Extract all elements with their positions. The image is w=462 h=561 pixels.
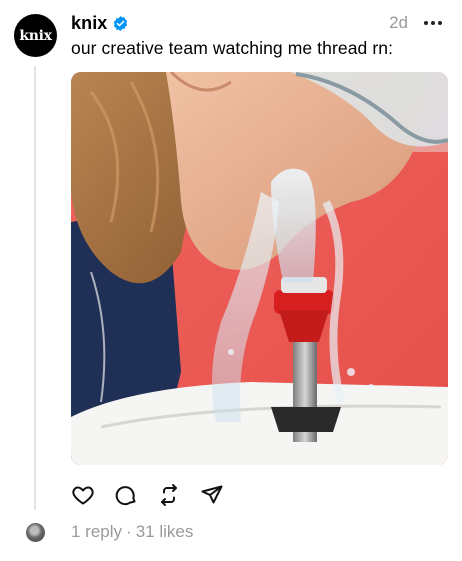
reply-count[interactable]: 1 reply — [71, 522, 122, 541]
post-image[interactable] — [71, 72, 448, 465]
comment-icon — [115, 486, 136, 506]
author-avatar[interactable]: knix — [14, 14, 57, 57]
stats-separator: · — [126, 522, 132, 541]
thread-line — [34, 66, 36, 510]
post-text: our creative team watching me thread rn: — [71, 38, 394, 58]
post-time: 2d — [389, 13, 408, 32]
heart-icon — [72, 486, 94, 505]
like-button[interactable] — [71, 483, 95, 507]
username[interactable]: knix — [71, 13, 107, 34]
more-options-icon[interactable] — [424, 21, 442, 25]
post-footer: 1 reply · 31 likes — [26, 521, 193, 543]
post-stats: 1 reply · 31 likes — [71, 522, 193, 542]
like-count[interactable]: 31 likes — [136, 522, 194, 541]
verified-badge-icon — [112, 15, 129, 32]
reply-button[interactable] — [114, 483, 138, 507]
repost-icon — [161, 484, 177, 506]
share-button[interactable] — [200, 483, 224, 507]
post-header: knix 2d — [71, 10, 442, 36]
replier-avatar[interactable] — [26, 522, 45, 542]
send-icon — [201, 485, 223, 504]
avatar-logo-text: knix — [19, 27, 52, 44]
repost-button[interactable] — [157, 483, 181, 507]
post-actions — [71, 482, 224, 508]
